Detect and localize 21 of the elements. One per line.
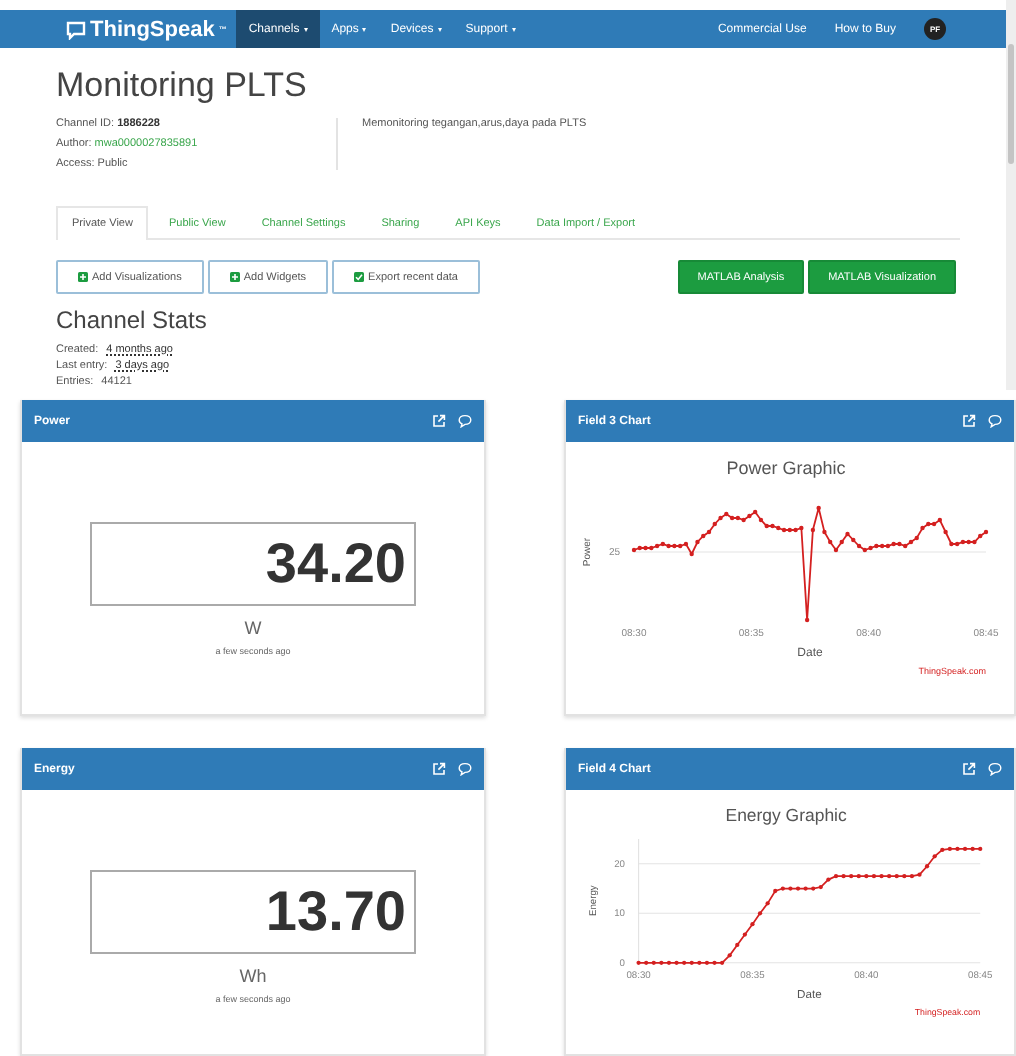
checkmark-icon: [354, 272, 365, 282]
plus-icon: [229, 272, 240, 282]
unit-label: W: [244, 618, 262, 638]
chart-title: Power Graphic: [726, 458, 846, 478]
unit-label: Wh: [239, 966, 267, 986]
external-link-icon[interactable]: [962, 762, 976, 776]
external-link-icon[interactable]: [432, 414, 446, 428]
numeric-display: 13.70: [90, 870, 416, 954]
plus-icon: [78, 272, 88, 282]
stats-title: Channel Stats: [56, 306, 209, 334]
channel-title: Monitoring PLTS: [56, 66, 309, 106]
external-link-icon[interactable]: [432, 762, 446, 776]
scrollbar[interactable]: [1006, 0, 1016, 390]
chat-bubble-icon: [66, 19, 86, 39]
comment-icon[interactable]: [988, 414, 1002, 428]
comment-icon[interactable]: [988, 762, 1002, 776]
comment-icon[interactable]: [458, 762, 472, 776]
comment-icon[interactable]: [458, 414, 472, 428]
external-link-icon[interactable]: [962, 414, 976, 428]
numeric-display: 34.20: [90, 522, 416, 606]
chart-title: Energy Graphic: [725, 805, 847, 826]
